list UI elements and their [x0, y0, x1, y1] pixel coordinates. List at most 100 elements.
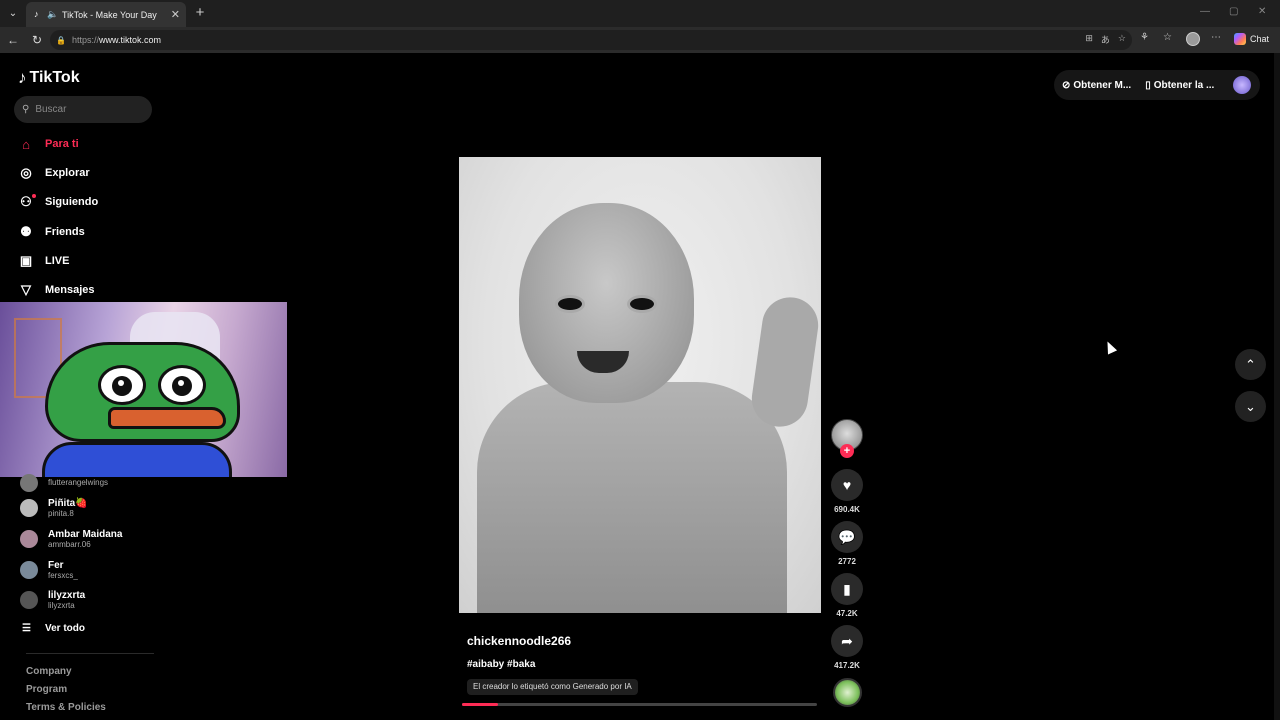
- account-handle: lilyzxrta: [48, 600, 75, 610]
- menu-item-label: Siguiendo: [45, 196, 99, 208]
- menu-item-label: Friends: [45, 226, 85, 238]
- search-input[interactable]: [35, 104, 136, 115]
- translate-icon[interactable]: あ: [1101, 33, 1110, 46]
- webcam-overlay: [0, 302, 287, 477]
- next-video-button[interactable]: ⌄: [1235, 391, 1266, 422]
- reload-icon[interactable]: ↻: [29, 32, 45, 48]
- menu-item-para-ti[interactable]: ⌂ Para ti: [18, 134, 79, 154]
- comment-button[interactable]: 💬: [831, 521, 863, 553]
- like-button[interactable]: ♥: [831, 469, 863, 501]
- list-item[interactable]: lilyzxrta lilyzxrta: [20, 588, 220, 612]
- menu-item-mensajes[interactable]: ▽ Mensajes: [18, 280, 95, 300]
- chevron-down-icon: ⌄: [1245, 398, 1256, 414]
- coin-icon: ⊘: [1062, 79, 1071, 91]
- comment-icon: 💬: [838, 528, 856, 545]
- mouse-cursor: [1102, 339, 1118, 355]
- frog-lips: [108, 407, 226, 429]
- get-app-label: Obtener la ...: [1153, 79, 1215, 91]
- see-all-button[interactable]: ☰ Ver todo: [22, 623, 85, 634]
- save-button[interactable]: ▮: [831, 573, 863, 605]
- tab-title: TikTok - Make Your Day: [62, 9, 157, 20]
- video-player[interactable]: [459, 157, 821, 613]
- account-name: lilyzxrta: [48, 589, 86, 601]
- video-subject-eye: [627, 295, 657, 313]
- avatar: [20, 530, 38, 548]
- copilot-icon: [1234, 33, 1246, 45]
- browser-tab-bar: ⌄ ♪ 🔈 TikTok - Make Your Day ✕ + — ▢ ✕: [0, 0, 1280, 27]
- favorite-star-icon[interactable]: ☆: [1118, 33, 1126, 46]
- tiktok-logo-icon: ♪: [18, 68, 27, 87]
- frog-eye-right: [158, 365, 206, 405]
- menu-item-siguiendo[interactable]: ⚇ Siguiendo: [18, 192, 98, 212]
- ai-generated-label: El creador lo etiquetó como Generado por…: [467, 679, 638, 695]
- menu-item-label: Mensajes: [45, 284, 95, 296]
- speaker-icon[interactable]: 🔈: [47, 9, 58, 20]
- browser-tab[interactable]: ♪ 🔈 TikTok - Make Your Day ✕: [26, 2, 186, 27]
- bookmark-icon: ▮: [843, 580, 851, 597]
- search-icon: ⚲: [22, 104, 30, 115]
- app-available-icon[interactable]: ⊞: [1085, 33, 1093, 46]
- menu-item-explorar[interactable]: ◎ Explorar: [18, 163, 89, 183]
- video-subject-mouth: [577, 351, 629, 373]
- extensions-icon[interactable]: ⚘: [1140, 32, 1149, 43]
- share-icon: ➦: [841, 632, 853, 649]
- list-item[interactable]: Fer fersxcs_: [20, 558, 220, 582]
- account-handle: flutterangelwings: [48, 478, 109, 487]
- chevron-up-icon: ⌃: [1245, 356, 1256, 372]
- friends-icon: ⚉: [20, 224, 32, 239]
- minimize-icon[interactable]: —: [1200, 6, 1210, 17]
- footer-link-terms[interactable]: Terms & Policies: [26, 702, 106, 713]
- back-icon[interactable]: ←: [5, 32, 21, 48]
- tiktok-favicon-icon: ♪: [34, 9, 39, 19]
- url-host: www.tiktok.com: [99, 35, 162, 45]
- tab-list-icon[interactable]: ⌄: [4, 5, 22, 22]
- favorites-icon[interactable]: ☆: [1163, 32, 1172, 43]
- logo-text: TikTok: [29, 69, 80, 86]
- footer-link-company[interactable]: Company: [26, 666, 72, 677]
- comment-count: 2772: [838, 557, 856, 566]
- user-avatar[interactable]: [1233, 76, 1251, 94]
- music-disc-icon[interactable]: [833, 678, 862, 707]
- restore-icon[interactable]: ▢: [1229, 6, 1238, 17]
- notification-dot: [32, 194, 36, 198]
- search-box[interactable]: ⚲: [14, 96, 152, 123]
- video-subject-eye: [555, 295, 585, 313]
- video-hashtags[interactable]: #aibaby #baka: [467, 659, 535, 670]
- phone-icon: ▯: [1145, 79, 1151, 91]
- footer-link-program[interactable]: Program: [26, 684, 67, 695]
- menu-item-friends[interactable]: ⚉ Friends: [18, 222, 85, 242]
- menu-item-label: Para ti: [45, 138, 79, 150]
- menu-item-live[interactable]: ▣ LIVE: [18, 251, 70, 271]
- account-name: Piñita🍓: [48, 497, 88, 509]
- list-item[interactable]: flutterangelwings: [20, 471, 220, 495]
- new-tab-icon[interactable]: +: [192, 4, 208, 22]
- tiktok-logo[interactable]: ♪ TikTok: [18, 68, 80, 88]
- video-subject-head: [519, 203, 694, 403]
- see-all-label: Ver todo: [44, 623, 85, 634]
- menu-item-label: LIVE: [45, 255, 70, 267]
- copilot-chat-button[interactable]: Chat: [1234, 33, 1269, 45]
- get-app-button[interactable]: ▯ Obtener la ...: [1145, 80, 1214, 91]
- close-tab-icon[interactable]: ✕: [171, 8, 180, 21]
- video-progress-fill: [462, 703, 498, 706]
- close-window-icon[interactable]: ✕: [1258, 6, 1266, 17]
- list-item[interactable]: Piñita🍓 pinita.8: [20, 496, 220, 520]
- follow-plus-icon[interactable]: +: [840, 444, 854, 458]
- video-progress-bar[interactable]: [462, 703, 817, 706]
- video-author[interactable]: chickennoodle266: [467, 634, 571, 648]
- share-button[interactable]: ➦: [831, 625, 863, 657]
- site-info-icon[interactable]: 🔒: [56, 36, 66, 45]
- video-subject-hand: [748, 293, 821, 431]
- heart-icon: ♥: [842, 477, 852, 493]
- browser-profile-avatar[interactable]: [1186, 32, 1200, 46]
- address-bar[interactable]: 🔒 https:// www.tiktok.com ⊞ あ ☆: [50, 30, 1132, 50]
- list-icon: ☰: [22, 623, 31, 634]
- page-scrollbar[interactable]: [1274, 53, 1280, 720]
- compass-icon: ◎: [20, 165, 32, 180]
- get-coins-button[interactable]: ⊘ Obtener M...: [1062, 80, 1131, 91]
- previous-video-button[interactable]: ⌃: [1235, 349, 1266, 380]
- frog-eye-left: [98, 365, 146, 405]
- avatar: [20, 474, 38, 492]
- list-item[interactable]: Ambar Maidana ammbarr.06: [20, 527, 220, 551]
- more-menu-icon[interactable]: ⋯: [1211, 32, 1221, 43]
